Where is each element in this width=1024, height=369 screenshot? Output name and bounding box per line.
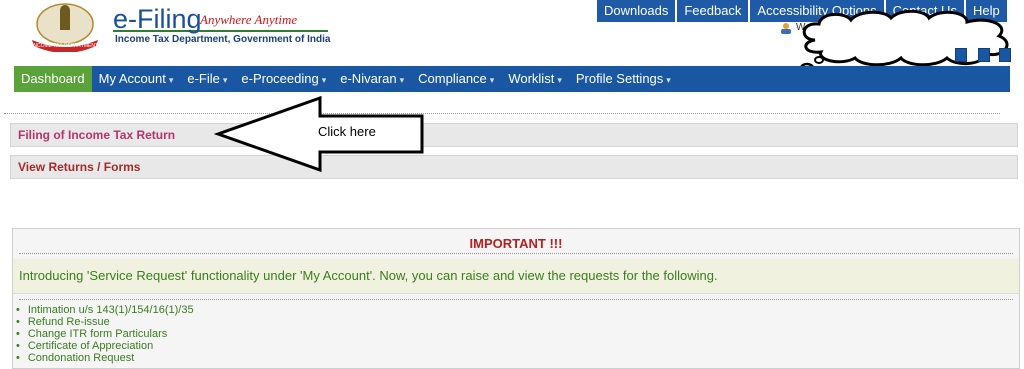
- notice-band: Introducing 'Service Request' functional…: [13, 259, 1019, 294]
- nav-e-nivaran[interactable]: e-Nivaran ▾: [333, 66, 411, 92]
- bullet-icon: •: [16, 328, 20, 340]
- list-item-label: Certificate of Appreciation: [27, 340, 154, 352]
- annotation-text: Click here: [318, 124, 376, 139]
- bullet-icon: •: [16, 340, 20, 352]
- nav-my-account[interactable]: My Account ▾: [92, 66, 181, 92]
- nav-label: Profile Settings: [575, 71, 664, 86]
- user-icon: [781, 23, 791, 34]
- nav-worklist[interactable]: Worklist ▾: [501, 66, 569, 92]
- nav-compliance[interactable]: Compliance ▾: [411, 66, 501, 92]
- brand-title: e-Filing: [113, 4, 202, 34]
- nav-e-file[interactable]: e-File ▾: [180, 66, 234, 92]
- bullet-icon: •: [16, 316, 20, 328]
- nav-label: Worklist: [508, 71, 555, 86]
- view-returns-row[interactable]: View Returns / Forms: [10, 155, 1018, 179]
- brand-subtitle: Income Tax Department, Government of Ind…: [115, 34, 331, 45]
- nav-label: Compliance: [418, 71, 487, 86]
- chevron-down-icon: ▾: [489, 75, 495, 85]
- font-size-button[interactable]: [999, 48, 1011, 62]
- filing-itr-link[interactable]: Filing of Income Tax Return: [18, 128, 175, 142]
- list-item-label: Intimation u/s 143(1)/154/16(1)/35: [27, 304, 194, 316]
- list-item-label: Refund Re-issue: [27, 316, 110, 328]
- bullet-icon: •: [16, 304, 20, 316]
- service-request-list: • Intimation u/s 143(1)/154/16(1)/35 • Ref…: [16, 304, 194, 364]
- top-link-downloads[interactable]: Downloads: [597, 0, 676, 22]
- nav-profile-settings[interactable]: Profile Settings ▾: [569, 66, 678, 92]
- list-item-label: Change ITR form Particulars: [27, 328, 168, 340]
- font-size-button[interactable]: [978, 48, 990, 62]
- list-item: • Intimation u/s 143(1)/154/16(1)/35: [16, 304, 194, 316]
- chevron-down-icon: ▾: [222, 75, 228, 85]
- chevron-down-icon: ▾: [666, 75, 671, 85]
- main-nav: Dashboard My Account ▾ e-File ▾ e-Proceedi…: [14, 66, 1010, 92]
- bullet-icon: •: [16, 352, 20, 364]
- nav-label: My Account: [98, 71, 166, 86]
- font-size-button[interactable]: [955, 48, 967, 62]
- important-title: IMPORTANT !!!: [469, 236, 563, 251]
- list-item: • Change ITR form Particulars: [16, 328, 194, 340]
- list-item: • Certificate of Appreciation: [16, 340, 194, 352]
- important-notice: IMPORTANT !!! Introducing 'Service Reque…: [12, 228, 1020, 369]
- chevron-down-icon: ▾: [557, 75, 562, 85]
- list-item: • Refund Re-issue: [16, 316, 194, 328]
- list-item-label: Condonation Request: [27, 352, 135, 364]
- notice-text: Introducing 'Service Request' functional…: [19, 268, 718, 283]
- nav-label: e-Proceeding: [241, 71, 319, 86]
- chevron-down-icon: ▾: [321, 75, 327, 85]
- nav-dashboard[interactable]: Dashboard: [14, 66, 92, 92]
- nav-e-proceeding[interactable]: e-Proceeding ▾: [234, 66, 333, 92]
- chevron-down-icon: ▾: [168, 75, 174, 85]
- filing-itr-row[interactable]: Filing of Income Tax Return: [10, 123, 1018, 147]
- nav-label: e-File: [187, 71, 220, 86]
- income-tax-department-logo: INCOME TAX DEPARTMENT: [32, 3, 98, 52]
- nav-label: Dashboard: [21, 71, 85, 86]
- view-returns-link[interactable]: View Returns / Forms: [18, 160, 140, 174]
- nav-label: e-Nivaran: [340, 71, 397, 86]
- top-link-feedback[interactable]: Feedback: [677, 0, 749, 22]
- divider: [19, 253, 1013, 254]
- divider: [19, 299, 1013, 300]
- brand-tagline: Anywhere Anytime: [200, 12, 298, 27]
- list-item: • Condonation Request: [16, 352, 194, 364]
- divider: [4, 113, 1000, 114]
- chevron-down-icon: ▾: [399, 75, 405, 85]
- page-header: INCOME TAX DEPARTMENT e-Filing Anywhere …: [0, 0, 1024, 74]
- svg-text:INCOME TAX DEPARTMENT: INCOME TAX DEPARTMENT: [32, 43, 98, 49]
